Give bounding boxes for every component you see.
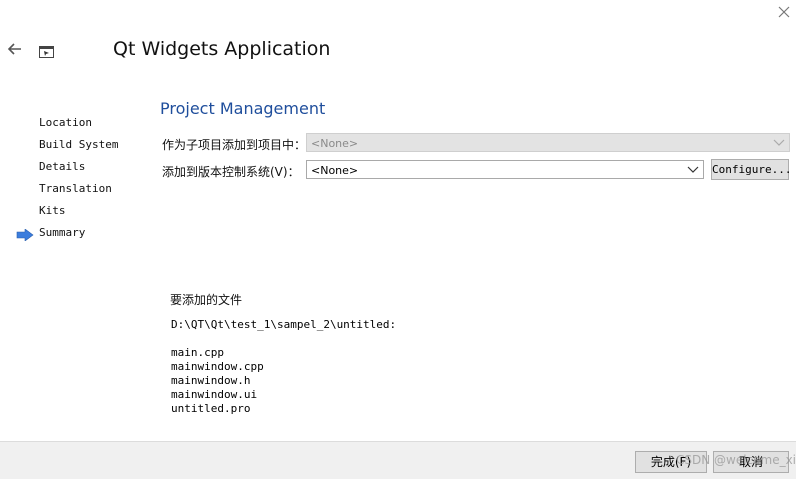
step-translation: Translation bbox=[39, 182, 112, 195]
section-title: Project Management bbox=[160, 99, 326, 118]
back-arrow-icon[interactable] bbox=[6, 41, 24, 57]
subproject-value: <None> bbox=[311, 137, 359, 150]
files-path: D:\QT\Qt\test_1\sampel_2\untitled: bbox=[171, 318, 397, 331]
files-heading: 要添加的文件 bbox=[170, 293, 243, 307]
file-item: mainwindow.cpp bbox=[171, 360, 264, 373]
file-item: mainwindow.h bbox=[171, 374, 251, 387]
step-summary: Summary bbox=[39, 226, 86, 239]
qt-app-icon bbox=[39, 43, 54, 58]
step-location: Location bbox=[39, 116, 92, 129]
vcs-combobox[interactable]: <None> bbox=[306, 160, 704, 179]
subproject-combobox: <None> bbox=[306, 133, 790, 152]
step-kits: Kits bbox=[39, 204, 66, 217]
files-list: main.cpp mainwindow.cpp mainwindow.h mai… bbox=[171, 346, 264, 416]
close-icon[interactable] bbox=[774, 2, 794, 22]
vcs-value: <None> bbox=[311, 164, 359, 177]
configure-button[interactable]: Configure... bbox=[711, 159, 791, 180]
step-details: Details bbox=[39, 160, 86, 173]
file-item: mainwindow.ui bbox=[171, 388, 258, 401]
watermark: CSDN @welcome_xian bbox=[676, 453, 796, 467]
wizard-title: Qt Widgets Application bbox=[113, 38, 331, 60]
file-item: main.cpp bbox=[171, 346, 224, 359]
subproject-label: 作为子项目添加到项目中： bbox=[162, 138, 307, 152]
chevron-down-icon bbox=[687, 164, 699, 174]
chevron-down-icon bbox=[773, 137, 785, 147]
current-step-arrow-icon bbox=[16, 226, 34, 242]
file-item: untitled.pro bbox=[171, 402, 251, 415]
vcs-label: 添加到版本控制系统(V)： bbox=[162, 165, 300, 179]
step-build-system: Build System bbox=[39, 138, 119, 151]
